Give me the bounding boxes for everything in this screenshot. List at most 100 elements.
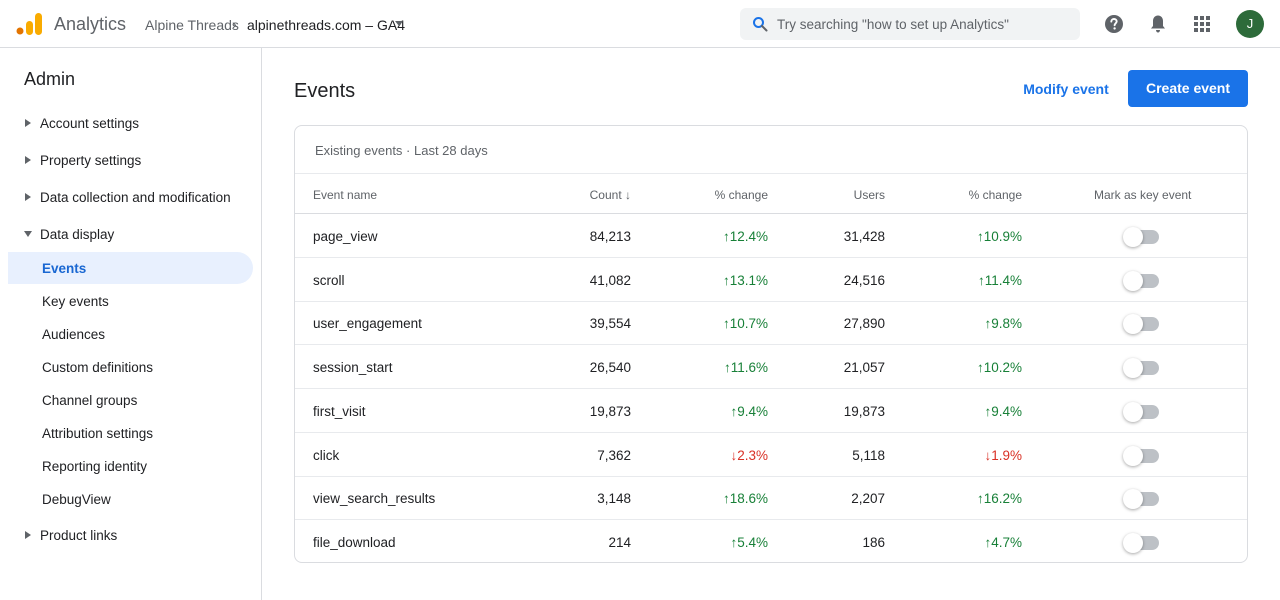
key-event-toggle[interactable] [1123, 270, 1159, 291]
users-change-cell: ↑11.4% [977, 272, 1022, 288]
sidebar-title: Admin [24, 69, 76, 89]
modify-event-button[interactable]: Modify event [1012, 72, 1120, 106]
sidebar-item-key-events[interactable]: Key events [8, 285, 253, 317]
count-change-cell: ↑5.4% [730, 534, 768, 550]
users-change-cell: ↑4.7% [984, 534, 1022, 550]
event-name-cell: page_view [313, 229, 378, 244]
column-header-count[interactable]: Count ↓ [590, 188, 631, 202]
help-icon[interactable] [1104, 14, 1124, 34]
column-header-event-name[interactable]: Event name [313, 188, 377, 202]
sidebar-group-label: Data collection and modification [40, 190, 231, 205]
count-cell: 19,873 [589, 403, 631, 419]
sidebar-item-reporting-identity[interactable]: Reporting identity [8, 450, 253, 482]
count-change-cell: ↑9.4% [730, 403, 768, 419]
users-change-cell: ↑9.4% [984, 403, 1022, 419]
search-icon [753, 17, 768, 32]
table-header: Event name Count ↓ % change Users % chan… [295, 173, 1247, 214]
card-subtitle: Existing events · Last 28 days [315, 143, 488, 158]
search-placeholder[interactable]: Try searching "how to set up Analytics" [777, 17, 1009, 32]
admin-sidebar: Admin Account settings Property settings… [0, 48, 262, 600]
event-name-cell: first_visit [313, 403, 366, 419]
users-cell: 24,516 [843, 272, 885, 288]
triangle-right-icon [25, 531, 31, 539]
key-event-toggle[interactable] [1123, 445, 1159, 466]
sidebar-group-label: Account settings [40, 116, 140, 131]
event-name-cell: file_download [313, 534, 396, 550]
avatar[interactable]: J [1236, 10, 1264, 38]
sidebar-item-label: Events [42, 261, 87, 276]
table-row[interactable]: session_start 26,540 ↑11.6% 21,057 ↑10.2% [295, 345, 1247, 390]
users-change-cell: ↑10.9% [976, 229, 1022, 244]
count-cell: 3,148 [597, 491, 631, 507]
column-header-count-change[interactable]: % change [715, 188, 768, 202]
search-bar[interactable]: Try searching "how to set up Analytics" [740, 8, 1080, 40]
toggle-knob [1123, 532, 1143, 553]
product-name[interactable]: Analytics [54, 14, 126, 35]
sidebar-group-data-collection[interactable]: Data collection and modification [0, 184, 262, 212]
count-cell: 7,362 [597, 447, 631, 463]
toggle-knob [1123, 270, 1143, 291]
column-header-users[interactable]: Users [854, 188, 885, 202]
table-row[interactable]: page_view 84,213 ↑12.4% 31,428 ↑10.9% [295, 214, 1247, 258]
triangle-down-icon [24, 231, 32, 237]
sidebar-item-label: Key events [42, 294, 109, 309]
toggle-knob [1123, 401, 1143, 422]
event-name-cell: session_start [313, 360, 393, 376]
sidebar-item-audiences[interactable]: Audiences [8, 318, 253, 350]
users-cell: 27,890 [843, 316, 885, 332]
sidebar-group-account-settings[interactable]: Account settings [0, 110, 262, 138]
count-change-cell: ↑10.7% [722, 316, 768, 332]
column-header-mark-key-event: Mark as key event [1094, 188, 1192, 202]
bell-icon[interactable] [1149, 14, 1167, 34]
users-cell: 5,118 [852, 447, 885, 463]
sidebar-item-label: Channel groups [42, 393, 138, 408]
key-event-toggle[interactable] [1123, 401, 1159, 422]
sidebar-item-label: DebugView [42, 492, 111, 507]
toggle-knob [1123, 489, 1143, 510]
table-row[interactable]: scroll 41,082 ↑13.1% 24,516 ↑11.4% [295, 258, 1247, 302]
count-change-cell: ↑18.6% [722, 491, 768, 507]
users-change-cell: ↓1.9% [984, 447, 1022, 463]
sidebar-item-label: Reporting identity [42, 459, 148, 474]
sidebar-item-events[interactable]: Events [8, 252, 253, 284]
table-row[interactable]: view_search_results 3,148 ↑18.6% 2,207 ↑16.2… [295, 476, 1247, 521]
count-change-cell: ↑13.1% [722, 272, 768, 288]
column-header-users-change[interactable]: % change [969, 188, 1022, 202]
event-name-cell: user_engagement [313, 316, 422, 332]
triangle-right-icon [25, 156, 31, 164]
users-cell: 21,057 [843, 360, 885, 376]
table-row[interactable]: first_visit 19,873 ↑9.4% 19,873 ↑9.4% [295, 389, 1247, 433]
event-name-cell: click [313, 447, 340, 463]
users-change-cell: ↑16.2% [976, 491, 1022, 507]
table-row[interactable]: user_engagement 39,554 ↑10.7% 27,890 ↑9.8% [295, 301, 1247, 346]
key-event-toggle[interactable] [1123, 489, 1159, 510]
key-event-toggle[interactable] [1123, 358, 1159, 379]
sidebar-item-custom-definitions[interactable]: Custom definitions [8, 351, 253, 383]
key-event-toggle[interactable] [1123, 227, 1159, 247]
count-change-cell: ↑11.6% [723, 360, 768, 376]
caret-down-icon[interactable] [394, 18, 404, 28]
sidebar-item-debugview[interactable]: DebugView [8, 483, 253, 515]
table-row[interactable]: file_download 214 ↑5.4% 186 ↑4.7% [295, 520, 1247, 562]
toggle-knob [1123, 445, 1143, 466]
users-cell: 19,873 [843, 403, 885, 419]
sidebar-group-property-settings[interactable]: Property settings [0, 147, 262, 175]
create-event-button[interactable]: Create event [1128, 70, 1248, 107]
count-cell: 41,082 [589, 272, 631, 288]
key-event-toggle[interactable] [1123, 532, 1159, 553]
account-name[interactable]: Alpine Threads [145, 17, 239, 33]
users-cell: 186 [862, 534, 885, 550]
users-cell: 2,207 [851, 491, 885, 507]
apps-icon[interactable] [1194, 16, 1210, 32]
property-selector[interactable]: alpinethreads.com – GA4 [247, 17, 405, 33]
sidebar-group-data-display[interactable]: Data display [0, 221, 262, 249]
sidebar-item-channel-groups[interactable]: Channel groups [8, 384, 253, 416]
table-row[interactable]: click 7,362 ↓2.3% 5,118 ↓1.9% [295, 433, 1247, 477]
sidebar-item-label: Attribution settings [42, 426, 154, 441]
count-change-cell: ↓2.3% [730, 447, 768, 463]
sidebar-item-attribution-settings[interactable]: Attribution settings [8, 417, 253, 449]
key-event-toggle[interactable] [1123, 314, 1159, 335]
sidebar-group-product-links[interactable]: Product links [0, 522, 262, 550]
count-change-cell: ↑12.4% [722, 229, 768, 244]
analytics-logo-icon[interactable] [16, 13, 42, 35]
